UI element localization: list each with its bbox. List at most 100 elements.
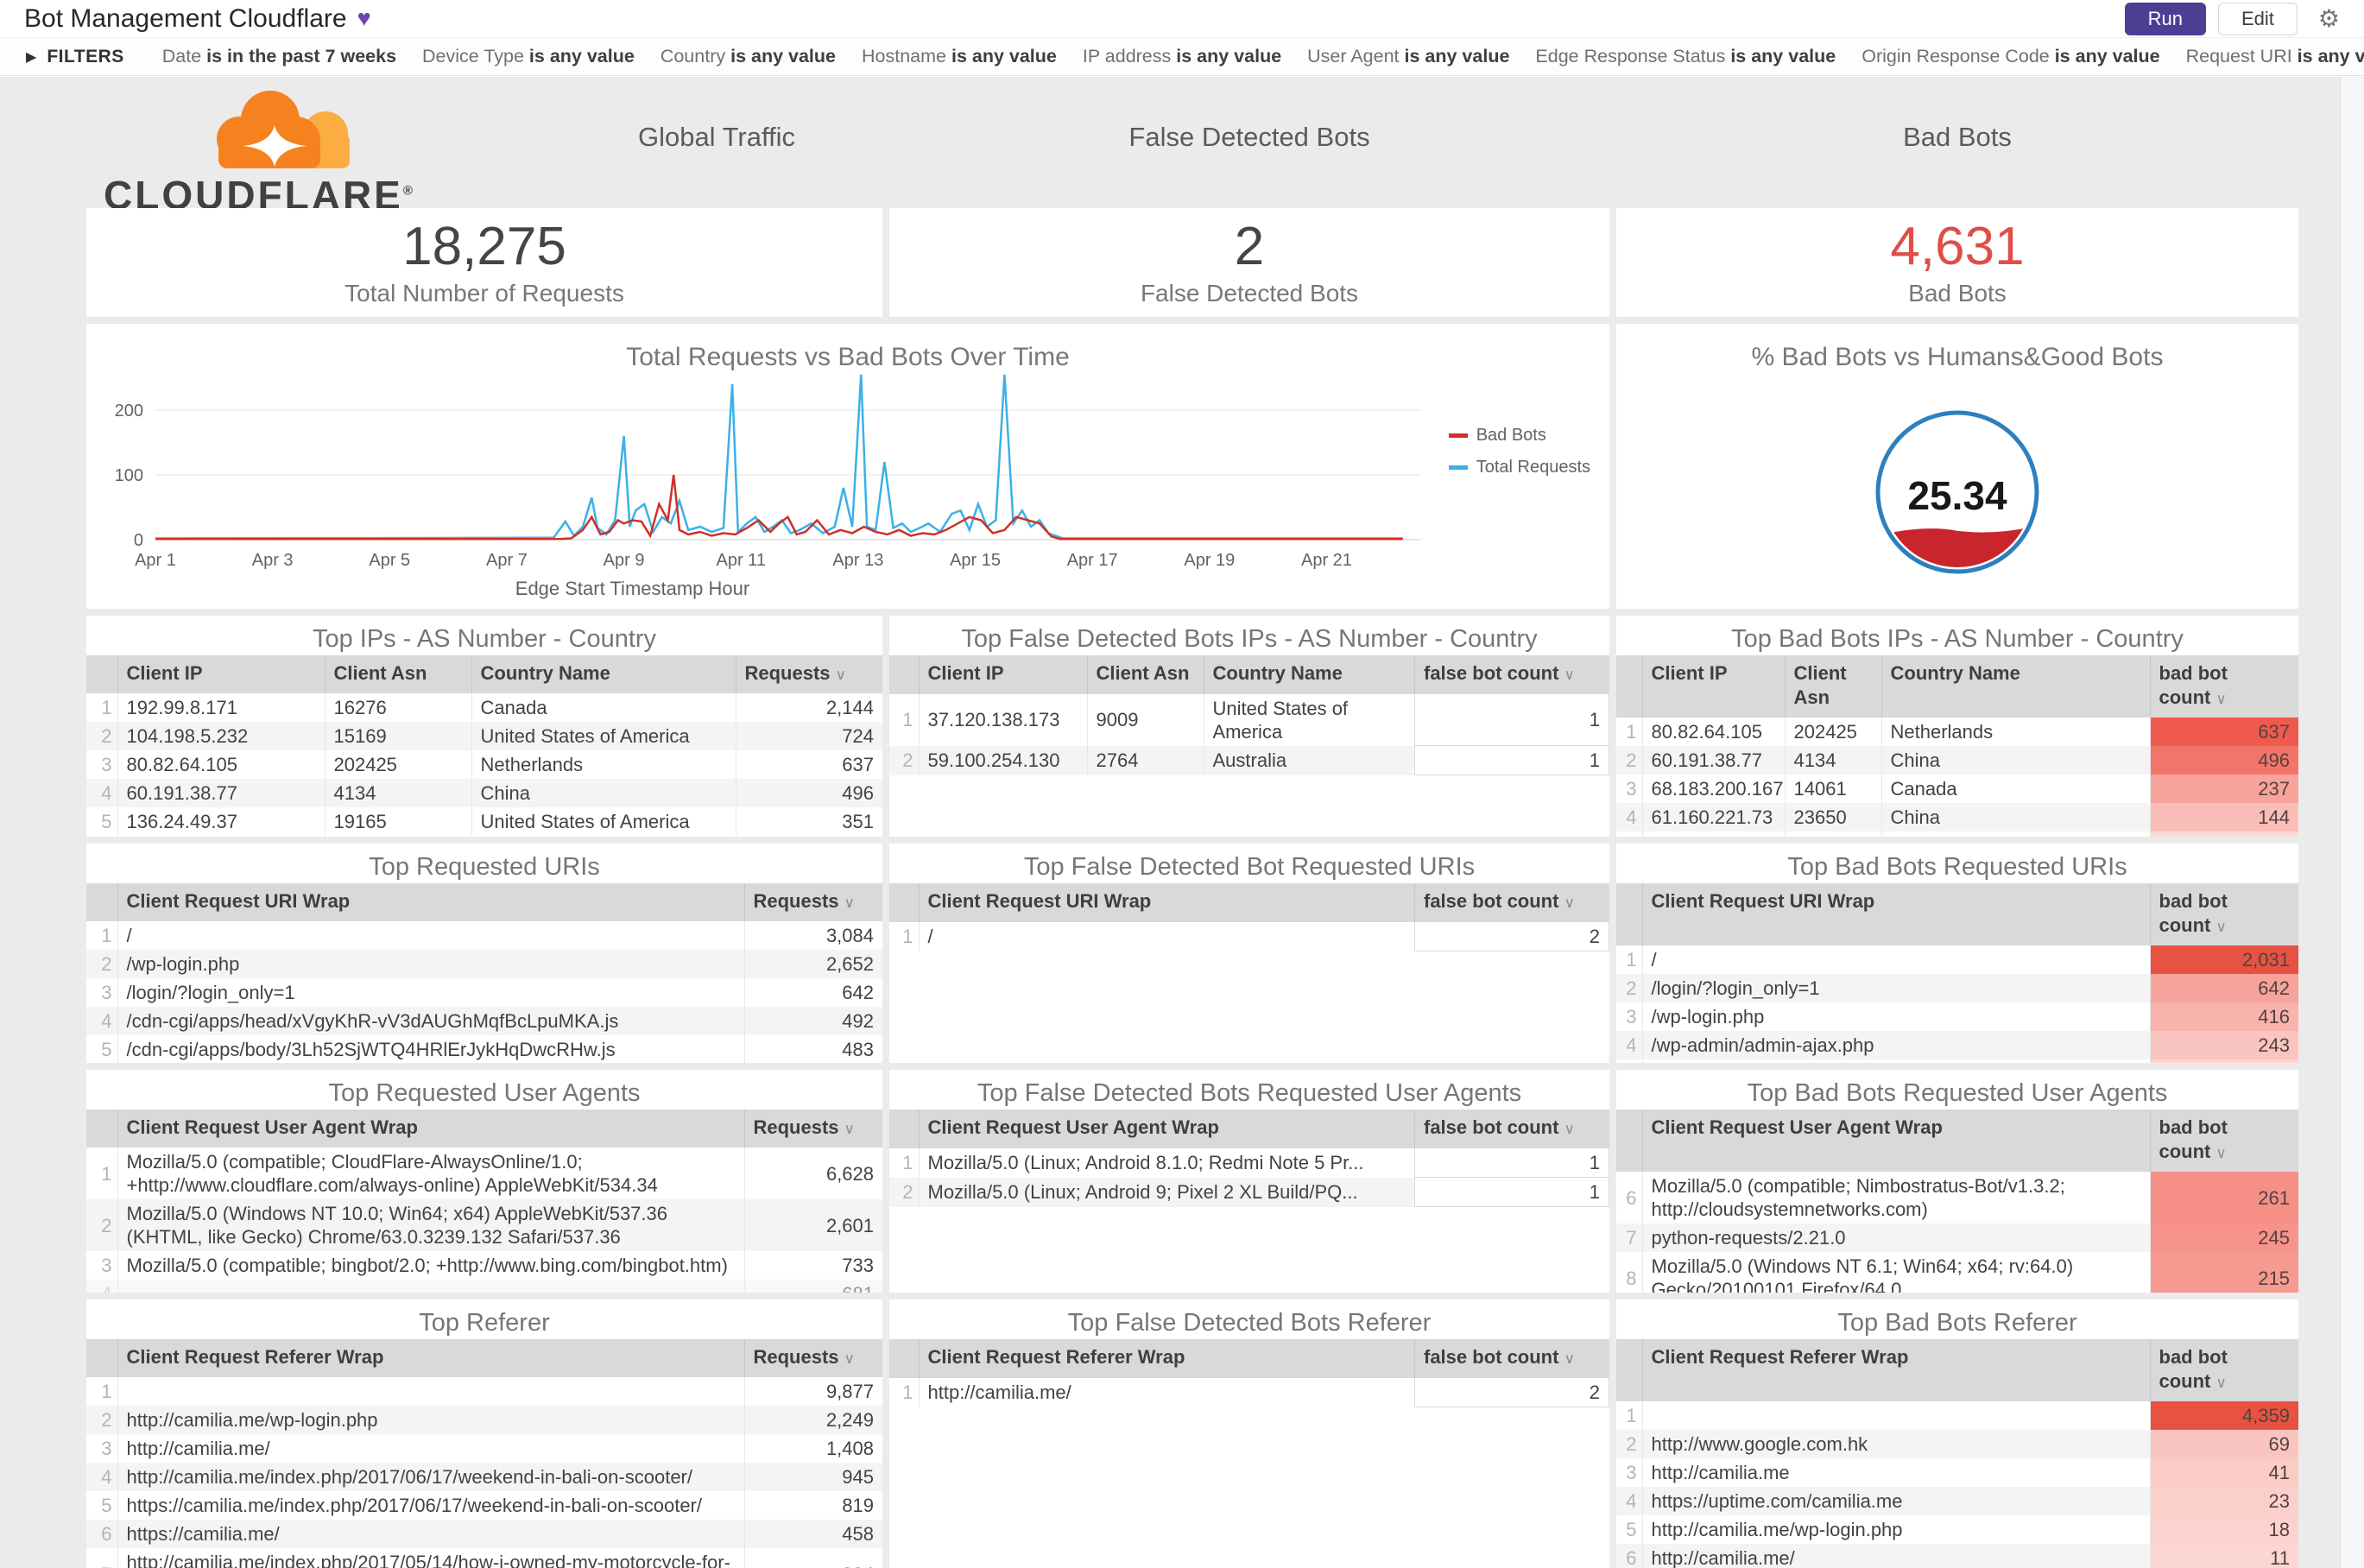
column-header[interactable]: Client Asn: [324, 655, 471, 693]
cell[interactable]: https://uptime.com/camilia.me: [1641, 1487, 2150, 1515]
cell[interactable]: Mozilla/5.0 (Windows NT 10.0; Win64; x64…: [117, 1199, 744, 1251]
cell[interactable]: 11: [2149, 1544, 2298, 1568]
column-header[interactable]: false bot count ∨: [1414, 655, 1609, 694]
cell[interactable]: Netherlands: [471, 750, 736, 779]
cell[interactable]: 1: [1414, 1177, 1609, 1207]
cell[interactable]: 2,652: [743, 950, 882, 978]
cell[interactable]: http://camilia.me/wp-login.php: [117, 1406, 744, 1434]
cell[interactable]: 1: [1414, 1148, 1609, 1178]
cell[interactable]: [1641, 1401, 2150, 1430]
cell[interactable]: 1: [1414, 693, 1609, 746]
cell[interactable]: http://camilia.me/index.php/2017/06/17/w…: [117, 1463, 744, 1491]
column-header[interactable]: Client IP: [918, 655, 1087, 694]
filter-item[interactable]: Edge Response Status is any value: [1535, 46, 1836, 66]
sort-desc-icon[interactable]: ∨: [1564, 667, 1574, 683]
sort-desc-icon[interactable]: ∨: [1564, 1121, 1574, 1137]
filter-item[interactable]: Device Type is any value: [422, 46, 635, 66]
cell[interactable]: 458: [743, 1520, 882, 1548]
cell[interactable]: [117, 1280, 744, 1293]
cell[interactable]: 80.82.64.105: [1641, 718, 1785, 746]
column-header[interactable]: bad bot count ∨: [2149, 1110, 2298, 1172]
sort-desc-icon[interactable]: ∨: [2215, 1145, 2226, 1161]
cell[interactable]: 492: [743, 1007, 882, 1035]
filter-item[interactable]: Request URI is any value: [2186, 46, 2364, 66]
filters-toggle[interactable]: ▶ FILTERS: [26, 47, 124, 67]
cell[interactable]: United States of America: [471, 722, 736, 750]
column-header[interactable]: Client Asn: [1784, 655, 1881, 718]
cell[interactable]: Mozilla/5.0 (compatible; CloudFlare-Alwa…: [117, 1148, 744, 1199]
cell[interactable]: /cdn-cgi/apps/body/3Lh52SjWTQ4HRlErJykHq…: [117, 1035, 744, 1063]
cell[interactable]: United States of America: [471, 807, 736, 836]
sort-desc-icon[interactable]: ∨: [836, 667, 846, 683]
cell[interactable]: 483: [743, 1035, 882, 1063]
cell[interactable]: /wp-admin/admin-ajax.php: [1641, 1031, 2150, 1059]
cell[interactable]: China: [1880, 746, 2150, 775]
column-header[interactable]: Requests ∨: [743, 1110, 882, 1148]
cell[interactable]: /: [918, 921, 1415, 952]
cell[interactable]: 243: [2149, 1031, 2298, 1059]
cell[interactable]: 37.120.138.173: [918, 693, 1087, 746]
column-header[interactable]: Client Request Referer Wrap: [117, 1339, 744, 1377]
kpi-total-requests-value[interactable]: 18,275: [402, 217, 566, 276]
cell[interactable]: 819: [743, 1491, 882, 1520]
cell[interactable]: 496: [735, 779, 882, 807]
cell[interactable]: 69: [2149, 1430, 2298, 1458]
cell[interactable]: Canada: [471, 693, 736, 722]
cell[interactable]: United States of America: [1203, 693, 1415, 746]
cell[interactable]: 23650: [1784, 803, 1881, 831]
cell[interactable]: 202425: [324, 750, 471, 779]
filter-item[interactable]: IP address is any value: [1083, 46, 1281, 66]
cell[interactable]: 2,031: [2149, 945, 2298, 974]
cell[interactable]: 261: [2149, 1172, 2298, 1223]
cell[interactable]: …: [1784, 831, 1881, 837]
cell[interactable]: 202425: [1784, 718, 1881, 746]
cell[interactable]: Australia: [1203, 745, 1415, 775]
cell[interactable]: /login/?login_only=1: [1641, 974, 2150, 1002]
cell[interactable]: 144: [2149, 803, 2298, 831]
cell[interactable]: Mozilla/5.0 (compatible; Nimbostratus-Bo…: [1641, 1172, 2150, 1223]
cell[interactable]: /wp-login.php: [117, 950, 744, 978]
cell[interactable]: 80.82.64.105: [117, 750, 325, 779]
cell[interactable]: 19165: [324, 807, 471, 836]
cell[interactable]: Mozilla/5.0 (compatible; bingbot/2.0; +h…: [117, 1251, 744, 1280]
legend-item[interactable]: Total Requests: [1448, 458, 1590, 477]
cell[interactable]: /cdn-cgi/apps/head/xVgyKhR-vV3dAUGhMqfBc…: [117, 1007, 744, 1035]
cell[interactable]: 237: [2149, 775, 2298, 803]
cell[interactable]: 637: [2149, 718, 2298, 746]
cell[interactable]: [117, 1377, 744, 1406]
cell[interactable]: 59.100.254.130: [918, 745, 1087, 775]
cell[interactable]: 60.191.38.77: [1641, 746, 1785, 775]
cell[interactable]: http://camilia.me/: [918, 1377, 1415, 1407]
cell[interactable]: 1,408: [743, 1434, 882, 1463]
column-header[interactable]: Requests ∨: [743, 1339, 882, 1377]
column-header[interactable]: Client Request User Agent Wrap: [918, 1110, 1415, 1148]
cell[interactable]: 18: [2149, 1515, 2298, 1544]
sort-desc-icon[interactable]: ∨: [844, 895, 855, 911]
cell[interactable]: 15169: [324, 722, 471, 750]
cell[interactable]: 284: [743, 1548, 882, 1568]
column-header[interactable]: Client IP: [1641, 655, 1785, 718]
cell[interactable]: 2,249: [743, 1406, 882, 1434]
column-header[interactable]: Client Request URI Wrap: [117, 883, 744, 921]
cell[interactable]: 60.191.38.77: [117, 779, 325, 807]
kpi-false-bots-value[interactable]: 2: [1235, 217, 1264, 276]
column-header[interactable]: Client Request Referer Wrap: [918, 1339, 1415, 1378]
sort-desc-icon[interactable]: ∨: [2215, 691, 2226, 707]
cell[interactable]: 9,877: [743, 1377, 882, 1406]
cell[interactable]: 4134: [1784, 746, 1881, 775]
sort-desc-icon[interactable]: ∨: [844, 1121, 855, 1137]
cell[interactable]: 41: [2149, 1458, 2298, 1487]
cell[interactable]: 215: [2149, 1252, 2298, 1293]
cell[interactable]: /login/?login_only=1: [117, 978, 744, 1007]
cell[interactable]: 2764: [1086, 745, 1204, 775]
sort-desc-icon[interactable]: ∨: [2215, 1375, 2226, 1391]
cell[interactable]: 16276: [324, 693, 471, 722]
cell[interactable]: 642: [743, 978, 882, 1007]
sort-desc-icon[interactable]: ∨: [1564, 1350, 1574, 1367]
cell[interactable]: 68.183.200.167: [1641, 775, 1785, 803]
column-header[interactable]: Client Asn: [1086, 655, 1204, 694]
cell[interactable]: 104.198.5.232: [117, 722, 325, 750]
cell[interactable]: 136.24.49.37: [117, 807, 325, 836]
column-header[interactable]: Requests ∨: [743, 883, 882, 921]
column-header[interactable]: bad bot count ∨: [2149, 655, 2298, 718]
